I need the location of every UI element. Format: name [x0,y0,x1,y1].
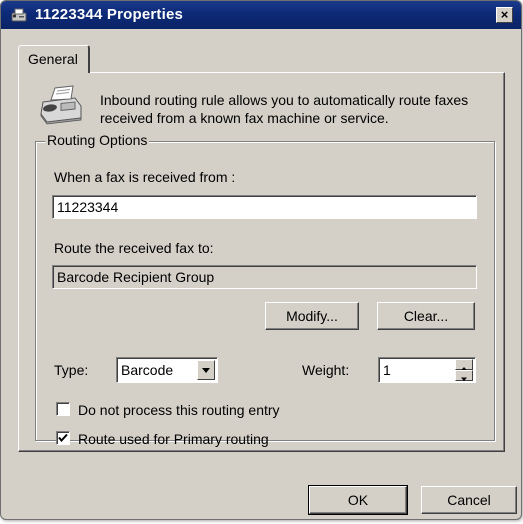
do-not-process-label[interactable]: Do not process this routing entry [78,402,280,418]
do-not-process-checkbox[interactable] [56,402,70,416]
window-title: 11223344 Properties [35,6,184,23]
properties-dialog: 11223344 Properties × General Inbound ro… [0,0,522,520]
checkmark-icon [58,433,68,443]
primary-route-checkbox[interactable] [56,431,70,445]
fax-routing-icon [11,8,27,22]
primary-route-label[interactable]: Route used for Primary routing [78,431,269,447]
arrow-down-icon [461,377,467,381]
type-label: Type: [54,362,89,378]
weight-spinner[interactable]: 1 [378,357,476,383]
weight-value[interactable]: 1 [383,362,391,378]
rule-description: Inbound routing rule allows you to autom… [100,92,469,126]
type-dropdown[interactable]: Barcode [116,357,218,383]
close-button[interactable]: × [496,7,513,23]
routing-options-legend: Routing Options [45,132,150,148]
clear-button[interactable]: Clear... [377,302,475,330]
received-from-input[interactable]: 11223344 [52,195,477,219]
cancel-button[interactable]: Cancel [421,486,517,514]
routing-options-group [35,141,495,441]
type-dropdown-value: Barcode [121,362,174,378]
weight-label: Weight: [302,362,350,378]
title-bar[interactable]: 11223344 Properties × [1,1,521,29]
route-to-field: Barcode Recipient Group [52,265,477,289]
modify-button[interactable]: Modify... [265,302,359,330]
received-from-label: When a fax is received from : [54,169,236,185]
spin-up-button[interactable] [455,359,473,371]
chevron-down-icon [202,368,210,373]
dropdown-arrow-button[interactable] [197,360,215,380]
ok-button[interactable]: OK [308,485,408,515]
fax-machine-icon [40,85,82,125]
route-to-label: Route the received fax to: [54,240,214,256]
tab-general[interactable]: General [18,45,90,73]
spin-down-button[interactable] [455,370,473,381]
